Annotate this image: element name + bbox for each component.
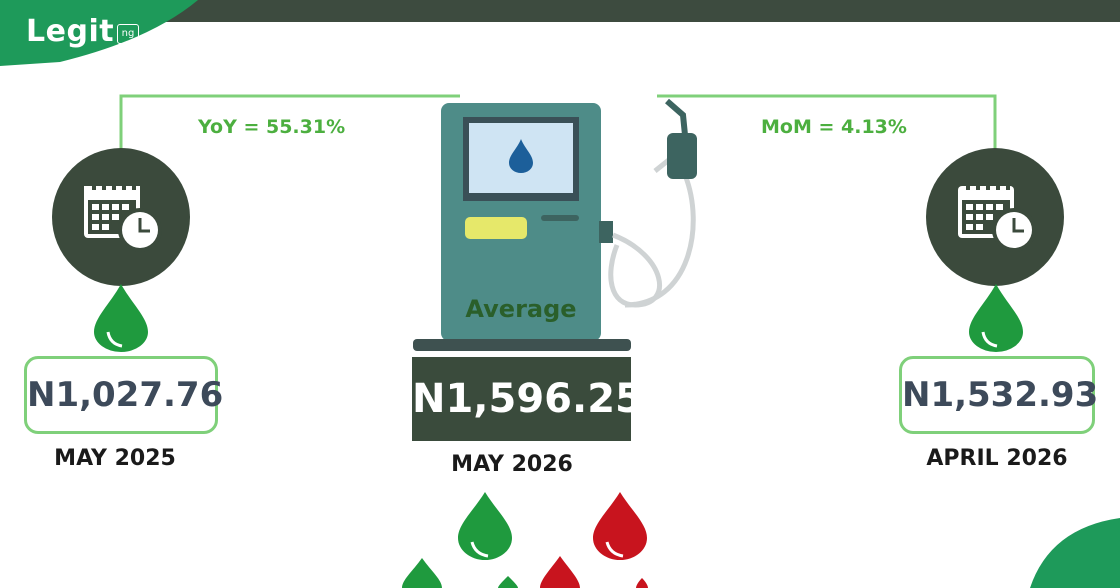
period-label: MAY 2026 (451, 452, 573, 477)
calendar-clock-icon-graphic (958, 180, 1036, 252)
period-label: MAY 2025 (54, 446, 176, 471)
price-box-april-2026: N1,532.93 (899, 356, 1099, 434)
green-drop-icon (969, 284, 1023, 352)
period-label: APRIL 2026 (926, 446, 1068, 471)
price-value: N1,027.76 (27, 375, 224, 415)
price-value: N1,532.93 (902, 375, 1099, 415)
mom-label: MoM = 4.13% (761, 116, 907, 138)
green-drop-icon (94, 284, 148, 352)
drops-cluster-icon (402, 492, 648, 588)
calendar-clock-icon-graphic (84, 180, 162, 252)
calendar-clock-icon (52, 148, 190, 286)
fuel-pump-icon: Average (413, 98, 697, 351)
corner-decoration (1030, 518, 1120, 588)
price-box-may-2026: N1,596.25 (412, 357, 643, 441)
price-box-may-2025: N1,027.76 (24, 356, 224, 434)
yoy-label: YoY = 55.31% (198, 116, 346, 138)
pump-label: Average (465, 295, 576, 323)
calendar-clock-icon (926, 148, 1064, 286)
